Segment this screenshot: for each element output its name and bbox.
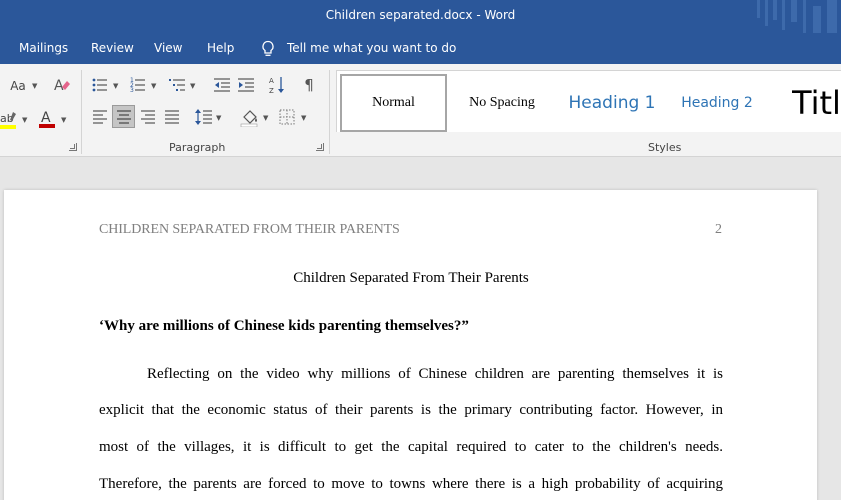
tab-mailings[interactable]: Mailings: [19, 41, 68, 55]
chevron-down-icon[interactable]: ▼: [151, 82, 156, 90]
align-left-icon[interactable]: [92, 110, 108, 124]
bullets-icon[interactable]: [92, 77, 108, 93]
paragraph-group-label: Paragraph: [169, 141, 226, 154]
style-heading-2[interactable]: Heading 2: [672, 74, 762, 132]
font-color-icon[interactable]: A: [38, 109, 56, 129]
document-page[interactable]: CHILDREN SEPARATED FROM THEIR PARENTS 2 …: [4, 190, 817, 500]
title-bar-pattern: [757, 0, 837, 33]
paragraph-line: most of the villages, it is difficult to…: [99, 439, 723, 455]
numbering-icon[interactable]: 123: [130, 77, 146, 93]
tell-me-search[interactable]: Tell me what you want to do: [287, 41, 456, 55]
styles-group-label: Styles: [648, 141, 682, 154]
style-normal[interactable]: Normal: [340, 74, 447, 132]
shading-icon[interactable]: [240, 107, 260, 127]
paragraph-line: Therefore, the parents are forced to mov…: [99, 476, 723, 492]
document-heading: ‘Why are millions of Chinese kids parent…: [99, 318, 469, 334]
page-number: 2: [715, 222, 722, 237]
align-center-icon: [117, 110, 131, 124]
sort-icon[interactable]: AZ: [269, 75, 287, 95]
chevron-down-icon[interactable]: ▼: [216, 114, 221, 122]
style-no-spacing[interactable]: No Spacing: [450, 74, 554, 132]
line-spacing-icon[interactable]: [195, 108, 213, 126]
styles-gallery: Normal No Spacing Heading 1 Heading 2 Ti…: [336, 70, 841, 132]
document-title: Children Separated From Their Parents: [293, 270, 529, 286]
clear-formatting-icon[interactable]: A: [53, 76, 71, 94]
tab-view[interactable]: View: [154, 41, 182, 55]
chevron-down-icon[interactable]: ▼: [113, 82, 118, 90]
tab-review[interactable]: Review: [91, 41, 134, 55]
running-header: CHILDREN SEPARATED FROM THEIR PARENTS: [99, 222, 400, 237]
svg-text:A: A: [41, 110, 51, 126]
style-title[interactable]: Title: [792, 74, 841, 132]
font-dialog-launcher[interactable]: [69, 143, 77, 151]
svg-text:A: A: [269, 77, 274, 85]
multilevel-list-icon[interactable]: [168, 77, 186, 93]
align-center-button[interactable]: [112, 105, 135, 128]
style-heading-1[interactable]: Heading 1: [557, 74, 667, 132]
group-separator: [81, 70, 82, 154]
chevron-down-icon[interactable]: ▼: [61, 116, 66, 124]
lightbulb-icon: [262, 40, 274, 56]
group-separator: [329, 70, 330, 154]
borders-icon[interactable]: [279, 109, 295, 125]
ribbon-tabs: Mailings Review View Help Tell me what y…: [0, 33, 841, 64]
paragraph-dialog-launcher[interactable]: [316, 143, 324, 151]
chevron-down-icon[interactable]: ▼: [22, 116, 27, 124]
align-right-icon[interactable]: [140, 110, 156, 124]
increase-indent-icon[interactable]: [237, 77, 255, 93]
chevron-down-icon[interactable]: ▼: [263, 114, 268, 122]
title-bar: Children separated.docx - Word: [0, 0, 841, 33]
highlight-color-icon[interactable]: ab: [0, 110, 20, 130]
paragraph-line: explicit that the economic status of the…: [99, 402, 723, 418]
ribbon: Aa ▼ A ab ▼ A ▼ ▼ 123 ▼ ▼ AZ ¶ ▼ ▼ ▼ Par…: [0, 64, 841, 157]
change-case-label: Aa: [10, 79, 26, 93]
window-title: Children separated.docx - Word: [325, 8, 516, 22]
decrease-indent-icon[interactable]: [213, 77, 231, 93]
pilcrow-icon[interactable]: ¶: [300, 76, 318, 94]
tab-help[interactable]: Help: [207, 41, 234, 55]
svg-text:A: A: [54, 78, 64, 94]
justify-icon[interactable]: [164, 110, 180, 124]
chevron-down-icon[interactable]: ▼: [190, 82, 195, 90]
chevron-down-icon[interactable]: ▼: [32, 82, 37, 90]
svg-text:Z: Z: [269, 87, 274, 95]
paragraph-line: Reflecting on the video why millions of …: [147, 366, 723, 382]
change-case-button[interactable]: Aa: [6, 77, 30, 95]
chevron-down-icon[interactable]: ▼: [301, 114, 306, 122]
svg-text:3: 3: [130, 87, 134, 93]
